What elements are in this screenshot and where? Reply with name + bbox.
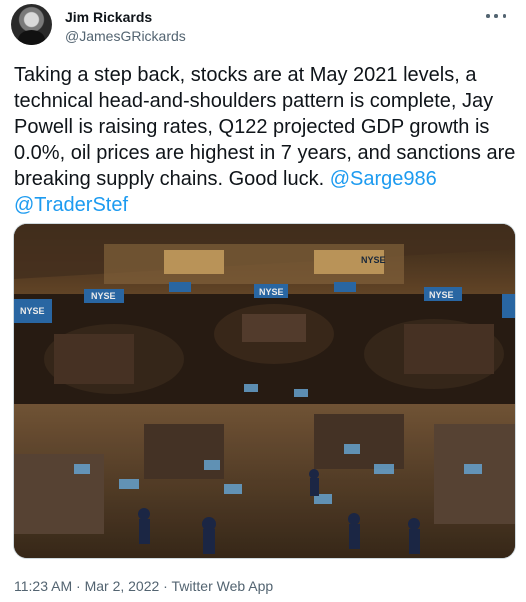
meta-separator-2: · [159, 578, 172, 594]
mention-traderstef[interactable]: @TraderStef [14, 194, 128, 216]
author-handle[interactable]: @JamesGRickards [65, 28, 186, 44]
tweet-photo[interactable]: NYSE NYSE NYSE NYSE NYSE [13, 223, 516, 559]
tweet-date[interactable]: Mar 2, 2022 [85, 578, 160, 594]
tweet-body: Taking a step back, stocks are at May 20… [14, 64, 516, 190]
meta-separator-1: · [72, 578, 85, 594]
tweet-text: Taking a step back, stocks are at May 20… [14, 62, 520, 218]
tweet: Jim Rickards @JamesGRickards Taking a st… [0, 0, 526, 602]
avatar[interactable] [11, 4, 52, 45]
mention-sarge[interactable]: @Sarge986 [330, 168, 437, 190]
more-horizontal-icon[interactable] [486, 9, 506, 23]
trading-floor-image: NYSE NYSE NYSE NYSE NYSE [14, 224, 515, 558]
tweet-meta: 11:23 AM · Mar 2, 2022 · Twitter Web App [14, 578, 273, 594]
author-name[interactable]: Jim Rickards [65, 9, 152, 25]
tweet-time[interactable]: 11:23 AM [14, 578, 72, 594]
tweet-source-app[interactable]: Twitter Web App [172, 578, 274, 594]
